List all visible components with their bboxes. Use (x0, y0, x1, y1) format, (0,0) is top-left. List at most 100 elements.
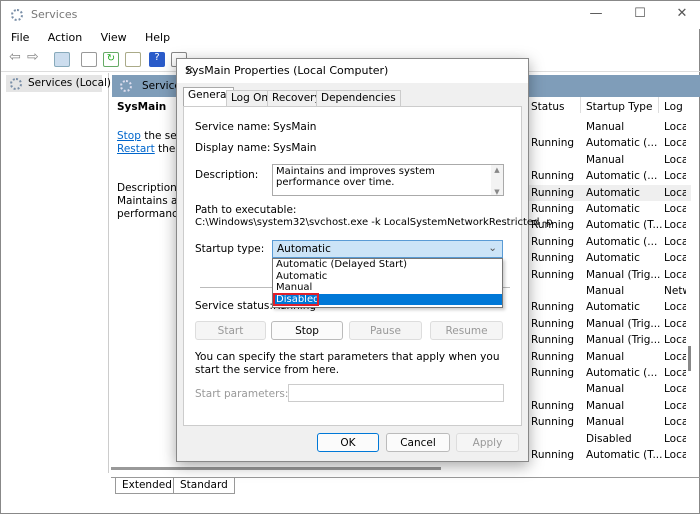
cell-startup: Manual (586, 416, 625, 429)
path-value: C:\Windows\system32\svchost.exe -k Local… (195, 217, 553, 228)
services-gear-icon (11, 9, 23, 21)
cell-logon: Loca (664, 153, 686, 166)
option-automatic-delayed[interactable]: Automatic (Delayed Start) (273, 259, 502, 271)
properties-icon[interactable] (81, 52, 97, 67)
pause-button[interactable]: Pause (349, 321, 422, 340)
apply-button[interactable]: Apply (456, 433, 519, 452)
start-button[interactable]: Start (195, 321, 266, 340)
menu-action[interactable]: Action (48, 29, 82, 44)
table-row[interactable]: Running Automatic Loca (521, 299, 691, 315)
cell-logon: Loca (664, 301, 686, 314)
menu-bar: File Action View Help (1, 29, 700, 47)
cell-startup: Automatic (... (586, 235, 658, 248)
column-header-log-on[interactable]: Log On As (664, 101, 686, 113)
start-params-label: Start parameters: (195, 388, 289, 400)
dialog-close-button[interactable]: ✕ (185, 64, 520, 77)
startup-type-select[interactable]: Automatic ⌄ (272, 240, 503, 258)
menu-file[interactable]: File (11, 29, 29, 44)
show-hide-tree-icon[interactable] (54, 52, 70, 67)
service-name-value: SysMain (273, 121, 317, 133)
cancel-button[interactable]: Cancel (386, 433, 450, 452)
refresh-icon[interactable]: ↻ (103, 52, 119, 67)
table-row[interactable]: Running Automatic Loca (521, 201, 691, 217)
description-text: Maintains and improves system performanc… (276, 166, 435, 188)
description-line: performance (117, 208, 185, 220)
cell-status: Running (531, 170, 575, 183)
cell-status: Running (531, 334, 575, 347)
table-row[interactable]: Running Manual (Trig... Loca (521, 267, 691, 283)
cell-logon: Loca (664, 416, 686, 429)
horizontal-scrollbar[interactable] (111, 467, 441, 470)
table-row[interactable]: Running Manual (Trig... Loca (521, 332, 691, 348)
table-row[interactable]: Running Manual Loca (521, 349, 691, 365)
cell-logon: Loca (664, 432, 686, 445)
start-params-input[interactable] (288, 384, 504, 402)
ok-button[interactable]: OK (317, 433, 379, 452)
display-name-label: Display name: (195, 142, 271, 154)
option-automatic[interactable]: Automatic (273, 271, 502, 283)
stop-service-link[interactable]: Stop (117, 130, 141, 142)
menu-view[interactable]: View (101, 29, 127, 44)
cell-status: Running (531, 137, 575, 150)
table-row[interactable]: Running Automatic (T... Loca (521, 447, 691, 463)
service-status-label: Service status: (195, 300, 273, 312)
description-textbox[interactable]: Maintains and improves system performanc… (272, 164, 504, 196)
cell-status: Running (531, 203, 575, 215)
cell-logon: Loca (664, 367, 686, 379)
cell-logon: Loca (664, 383, 686, 396)
table-row[interactable]: Disabled Loca (521, 431, 691, 447)
table-row[interactable]: Manual Loca (521, 381, 691, 397)
table-row[interactable]: Running Manual Loca (521, 398, 691, 414)
minimize-button[interactable]: — (581, 6, 611, 24)
table-row[interactable]: Running Manual (Trig... Loca (521, 316, 691, 332)
table-row[interactable]: Running Manual Loca (521, 414, 691, 430)
option-disabled[interactable]: Disabled (273, 292, 502, 306)
title-bar: Services — ☐ ✕ (1, 1, 700, 29)
export-icon[interactable] (125, 52, 141, 67)
cell-logon: Loca (664, 268, 686, 281)
menu-help[interactable]: Help (145, 29, 170, 44)
back-icon[interactable]: ⇦ (9, 49, 25, 65)
properties-dialog: SysMain Properties (Local Computer) ✕ Ge… (176, 58, 553, 462)
table-row[interactable]: Running Automatic (... Loca (521, 234, 691, 250)
tab-standard[interactable]: Standard (173, 478, 235, 494)
vertical-scrollbar[interactable] (688, 346, 691, 371)
startup-type-dropdown: Automatic (Delayed Start) Automatic Manu… (272, 258, 503, 308)
chevron-down-icon: ⌄ (488, 242, 497, 254)
tab-extended[interactable]: Extended (115, 478, 179, 494)
selected-service-name: SysMain (117, 101, 167, 113)
tree-pane: Services (Local) (3, 73, 111, 473)
tab-log-on[interactable]: Log On (226, 90, 274, 106)
restart-service-link[interactable]: Restart (117, 143, 155, 155)
help-icon[interactable]: ? (149, 52, 165, 67)
column-header-status[interactable]: Status (531, 101, 564, 113)
close-button[interactable]: ✕ (667, 6, 697, 24)
cell-status: Running (531, 416, 575, 429)
start-params-hint: You can specify the start parameters tha… (195, 351, 500, 376)
column-header-startup-type[interactable]: Startup Type (586, 101, 652, 113)
description-label: Description: (195, 169, 259, 181)
cell-startup: Automatic (586, 301, 640, 314)
table-row[interactable]: Running Automatic Loca (521, 184, 691, 201)
table-row[interactable]: Manual Netw (521, 283, 691, 299)
service-name-label: Service name: (195, 121, 271, 133)
table-row[interactable]: Manual Loca (521, 119, 691, 135)
maximize-button[interactable]: ☐ (625, 6, 655, 24)
cell-startup: Manual (586, 399, 625, 412)
tab-dependencies[interactable]: Dependencies (316, 90, 401, 106)
description-scrollbar[interactable]: ▲ ▼ (491, 165, 503, 196)
cell-logon: Loca (664, 137, 686, 150)
table-row[interactable]: Running Automatic (... Loca (521, 135, 691, 151)
table-row[interactable]: Manual Loca (521, 152, 691, 168)
table-row[interactable]: Running Automatic (... Loca (521, 168, 691, 184)
cell-logon: Netw (664, 285, 686, 297)
tree-item-label: Services (Local) (28, 77, 112, 89)
cell-startup: Manual (Trig... (586, 268, 661, 281)
resume-button[interactable]: Resume (430, 321, 503, 340)
general-tab-panel: Service name: SysMain Display name: SysM… (183, 106, 553, 426)
tree-item-services-local[interactable]: Services (Local) (6, 75, 111, 92)
forward-icon[interactable]: ⇨ (27, 49, 43, 65)
stop-button[interactable]: Stop (271, 321, 343, 340)
table-row[interactable]: Running Automatic (... Loca (521, 365, 691, 381)
table-row[interactable]: Running Automatic Loca (521, 250, 691, 266)
